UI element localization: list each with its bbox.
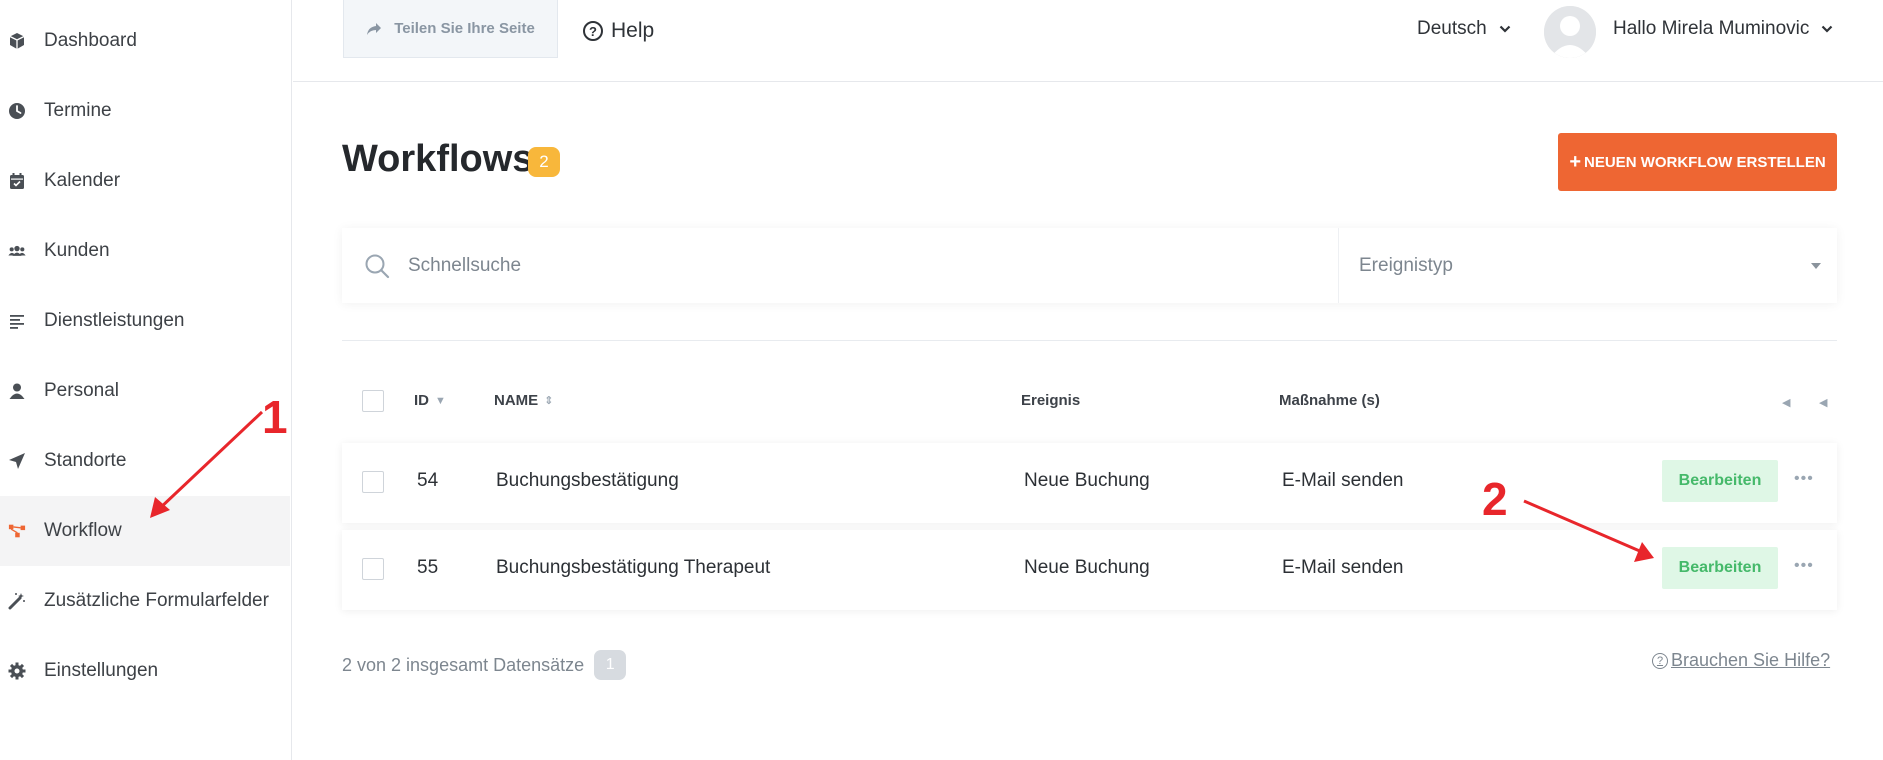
edit-button[interactable]: Bearbeiten — [1662, 460, 1778, 502]
column-action-label: Maßnahme (s) — [1279, 392, 1380, 409]
question-circle-icon: ? — [1652, 652, 1668, 669]
row-name: Buchungsbestätigung Therapeut — [496, 557, 771, 578]
sidebar-item-kalender[interactable]: Kalender — [0, 146, 290, 216]
row-action: E-Mail senden — [1282, 470, 1404, 491]
help-link-label: Brauchen Sie Hilfe? — [1671, 650, 1831, 670]
row-event: Neue Buchung — [1024, 470, 1150, 491]
share-page-label: Teilen Sie Ihre Seite — [394, 20, 535, 37]
share-icon — [367, 22, 382, 35]
divider — [342, 340, 1837, 341]
column-header-event: Ereignis — [1021, 392, 1080, 409]
sidebar-item-label: Kunden — [44, 240, 110, 261]
sidebar-item-label: Dashboard — [44, 30, 137, 51]
scroll-left-icon[interactable]: ◀ — [1782, 396, 1790, 409]
filter-bar: Ereignistyp — [342, 228, 1837, 303]
page-number[interactable]: 1 — [594, 650, 627, 680]
edit-button[interactable]: Bearbeiten — [1662, 547, 1778, 589]
column-name-label: NAME — [494, 392, 539, 409]
user-icon — [8, 382, 26, 400]
table-row: 54 Buchungsbestätigung Neue Buchung E-Ma… — [342, 443, 1837, 523]
search-wrapper — [342, 228, 1339, 303]
sidebar-item-dashboard[interactable]: Dashboard — [0, 6, 290, 76]
table-header: ID ▼ NAME ⇕ Ereignis Maßnahme (s) ◀ ◀ — [342, 380, 1837, 422]
cube-icon — [8, 32, 26, 50]
sidebar-item-label: Einstellungen — [44, 660, 159, 681]
column-id-label: ID — [414, 392, 429, 409]
records-count-label: 2 von 2 insgesamt Datensätze — [342, 654, 585, 675]
row-checkbox[interactable] — [362, 471, 384, 493]
clock-icon — [8, 102, 26, 120]
location-arrow-icon — [8, 452, 26, 470]
share-page-button[interactable]: Teilen Sie Ihre Seite — [343, 0, 558, 58]
sidebar-item-einstellungen[interactable]: Einstellungen — [0, 636, 290, 706]
help-link[interactable]: ? Brauchen Sie Hilfe? — [1652, 650, 1830, 671]
sidebar-item-kunden[interactable]: Kunden — [0, 216, 290, 286]
sidebar-item-standorte[interactable]: Standorte — [0, 426, 290, 496]
workflow-count-badge: 2 — [528, 147, 560, 177]
create-workflow-label: NEUEN WORKFLOW ERSTELLEN — [1584, 153, 1826, 171]
sidebar-item-label: Zusätzliche Formularfelder — [44, 590, 269, 611]
sidebar-item-label: Kalender — [44, 170, 121, 191]
more-options-icon[interactable]: ••• — [1794, 470, 1814, 488]
avatar-placeholder-icon — [1544, 6, 1596, 58]
workflow-icon — [8, 522, 26, 540]
language-label: Deutsch — [1417, 18, 1487, 39]
sidebar-item-termine[interactable]: Termine — [0, 76, 290, 146]
sidebar-item-label: Workflow — [44, 520, 122, 541]
help-label: Help — [611, 19, 655, 42]
event-type-select[interactable]: Ereignistyp — [1339, 228, 1837, 303]
row-checkbox[interactable] — [362, 558, 384, 580]
column-header-action: Maßnahme (s) — [1279, 392, 1380, 409]
column-event-label: Ereignis — [1021, 392, 1081, 409]
column-header-id[interactable]: ID ▼ — [414, 392, 446, 409]
sidebar-item-personal[interactable]: Personal — [0, 356, 290, 426]
gear-icon — [8, 662, 26, 680]
table-row: 55 Buchungsbestätigung Therapeut Neue Bu… — [342, 530, 1837, 610]
sort-down-icon: ▼ — [435, 394, 446, 407]
sidebar-item-dienstleistungen[interactable]: Dienstleistungen — [0, 286, 290, 356]
search-icon — [365, 254, 390, 278]
help-button[interactable]: ? Help — [583, 16, 654, 46]
more-options-icon[interactable]: ••• — [1794, 557, 1814, 575]
row-event: Neue Buchung — [1024, 557, 1150, 578]
column-header-name[interactable]: NAME ⇕ — [494, 392, 553, 409]
topbar: Teilen Sie Ihre Seite ? Help Deutsch Hal… — [293, 0, 1883, 82]
caret-down-icon — [1811, 262, 1821, 269]
sidebar: Dashboard Termine Kalender Kunden Dienst… — [0, 0, 292, 760]
sort-icon: ⇕ — [544, 395, 554, 407]
select-all-checkbox[interactable] — [362, 390, 384, 412]
scroll-left-icon[interactable]: ◀ — [1819, 396, 1827, 409]
calendar-icon — [8, 172, 26, 190]
user-menu[interactable]: Hallo Mirela Muminovic — [1613, 18, 1833, 40]
sidebar-item-formularfelder[interactable]: Zusätzliche Formularfelder — [0, 566, 290, 636]
avatar[interactable] — [1544, 6, 1596, 58]
plus-icon: + — [1569, 150, 1582, 173]
sidebar-item-label: Termine — [44, 100, 112, 121]
users-icon — [8, 242, 26, 260]
row-id: 55 — [417, 557, 439, 578]
question-circle-icon: ? — [583, 21, 603, 41]
magic-wand-icon — [8, 592, 26, 610]
search-input[interactable] — [408, 254, 1108, 277]
list-icon — [8, 312, 26, 330]
sidebar-item-label: Dienstleistungen — [44, 310, 185, 331]
row-action: E-Mail senden — [1282, 557, 1404, 578]
annotation-number-1: 1 — [262, 391, 288, 443]
sidebar-item-label: Personal — [44, 380, 119, 401]
chevron-down-icon — [1499, 25, 1510, 33]
row-name: Buchungsbestätigung — [496, 470, 679, 491]
chevron-down-icon — [1822, 25, 1833, 33]
user-greeting: Hallo Mirela Muminovic — [1613, 18, 1810, 39]
sidebar-item-workflow[interactable]: Workflow — [0, 496, 290, 566]
page-title: Workflows — [342, 138, 534, 180]
row-id: 54 — [417, 470, 439, 491]
language-dropdown[interactable]: Deutsch — [1417, 18, 1511, 40]
annotation-number-2: 2 — [1482, 473, 1508, 525]
sidebar-item-label: Standorte — [44, 450, 127, 471]
records-count: 2 von 2 insgesamt Datensätze 1 — [342, 650, 627, 680]
event-type-placeholder: Ereignistyp — [1359, 254, 1453, 276]
create-workflow-button[interactable]: + NEUEN WORKFLOW ERSTELLEN — [1558, 133, 1837, 191]
